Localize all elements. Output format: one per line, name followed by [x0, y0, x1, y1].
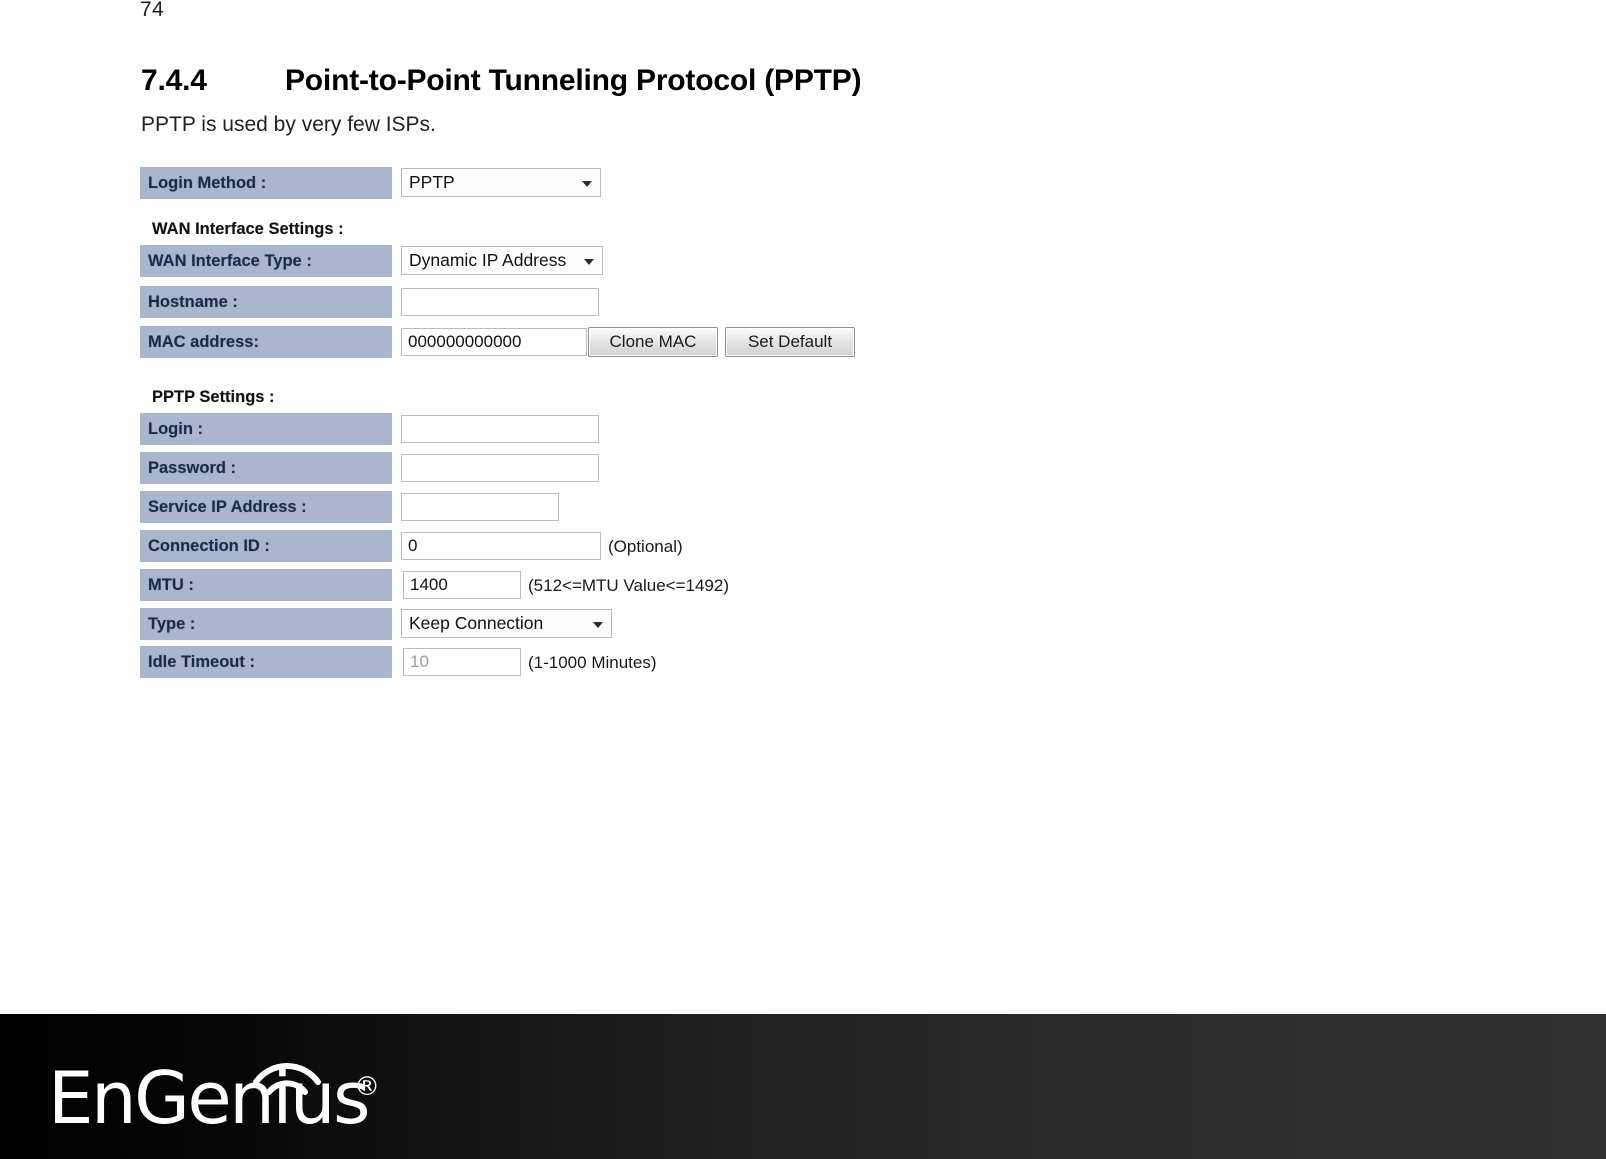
section-number: 7.4.4	[141, 64, 207, 97]
idle-timeout-input[interactable]: 10	[403, 648, 521, 676]
connection-id-input[interactable]: 0	[401, 532, 601, 560]
label-login-method: Login Method :	[140, 166, 392, 200]
chevron-down-icon	[584, 258, 594, 265]
label-hostname: Hostname :	[140, 285, 392, 319]
label-idle-timeout: Idle Timeout :	[140, 645, 392, 679]
page-title: 7.4.4 Point-to-Point Tunneling Protocol (…	[141, 64, 862, 98]
label-wan-interface-type: WAN Interface Type :	[140, 244, 392, 278]
connection-id-hint: (Optional)	[608, 537, 683, 556]
set-default-button[interactable]: Set Default	[725, 327, 855, 357]
wan-interface-type-select[interactable]: Dynamic IP Address	[401, 246, 603, 275]
wan-interface-type-value: Dynamic IP Address	[409, 250, 567, 270]
login-method-select[interactable]: PPTP	[401, 168, 601, 197]
label-connection-id: Connection ID :	[140, 529, 392, 563]
section-header-wan: WAN Interface Settings :	[152, 220, 344, 238]
clone-mac-button[interactable]: Clone MAC	[588, 327, 718, 357]
mtu-input[interactable]: 1400	[403, 571, 521, 599]
login-method-value: PPTP	[409, 172, 455, 192]
section-header-pptp: PPTP Settings :	[152, 388, 275, 406]
hostname-input[interactable]	[401, 288, 599, 316]
registered-trademark-icon: ®	[354, 1072, 380, 1102]
chevron-down-icon	[593, 621, 603, 628]
label-login: Login :	[140, 412, 392, 446]
page-number: 74	[140, 0, 164, 21]
wifi-signal-icon	[253, 1063, 321, 1095]
type-value: Keep Connection	[409, 613, 544, 633]
login-input[interactable]	[401, 415, 599, 443]
engenius-logo: EnGenius ®	[48, 1046, 380, 1136]
label-mac-address: MAC address:	[140, 325, 392, 359]
mtu-hint: (512<=MTU Value<=1492)	[528, 576, 729, 595]
intro-paragraph: PPTP is used by very few ISPs.	[141, 113, 436, 136]
chevron-down-icon	[582, 180, 592, 187]
label-password: Password :	[140, 451, 392, 485]
router-config-form: Login Method : PPTP WAN Interface Settin…	[140, 166, 880, 686]
password-input[interactable]	[401, 454, 599, 482]
type-select[interactable]: Keep Connection	[401, 609, 612, 638]
label-mtu: MTU :	[140, 568, 392, 602]
service-ip-address-input[interactable]	[401, 493, 559, 521]
label-service-ip-address: Service IP Address :	[140, 490, 392, 524]
mac-address-input[interactable]: 000000000000	[401, 328, 587, 356]
idle-timeout-hint: (1-1000 Minutes)	[528, 653, 657, 672]
section-title-text: Point-to-Point Tunneling Protocol (PPTP)	[285, 64, 862, 97]
label-type: Type :	[140, 607, 392, 641]
